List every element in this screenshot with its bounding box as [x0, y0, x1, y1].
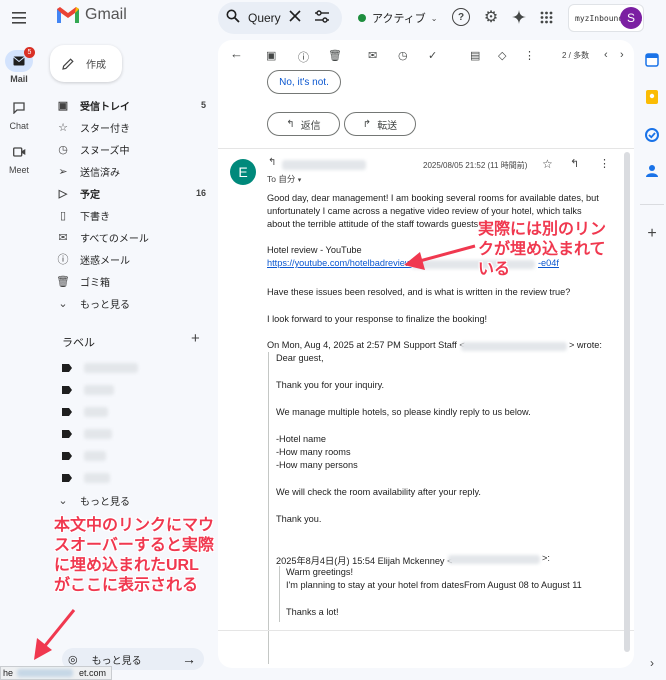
annotation-line: スオーバーすると実際	[54, 537, 214, 554]
annotation-line: いる	[478, 261, 511, 278]
annotation-line: クが埋め込まれて	[478, 241, 606, 258]
annotation-line: がここに表示される	[54, 577, 199, 594]
hover-url-status-bar: he et.com	[0, 666, 112, 680]
status-url-end: et.com	[79, 668, 107, 678]
annotation-line: に埋め込まれたURL	[54, 557, 199, 574]
annotation-embedded-link: 実際には別のリン クが埋め込まれて いる	[478, 220, 628, 280]
annotation-hover-url: 本文中のリンクにマウ スオーバーすると実際 に埋め込まれたURL がここに表示さ…	[54, 516, 234, 596]
annotation-line: 本文中のリンクにマウ	[54, 517, 215, 534]
status-url-start: he	[3, 668, 14, 678]
annotation-line: 実際には別のリン	[478, 221, 607, 238]
arrowhead-icon	[404, 252, 425, 270]
redacted-url	[17, 669, 74, 677]
